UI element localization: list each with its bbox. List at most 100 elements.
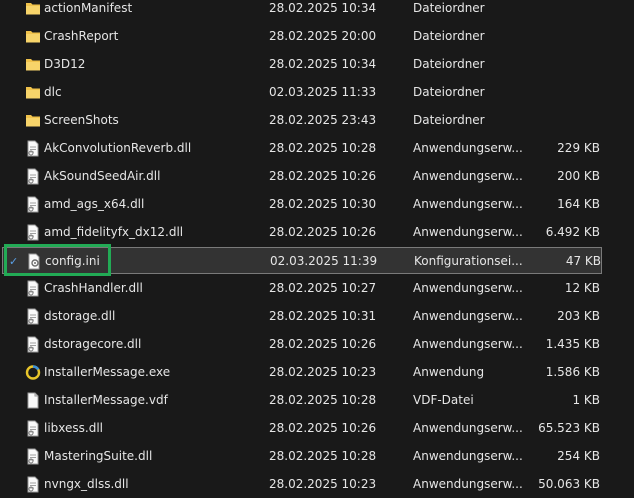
selection-checkmark-icon[interactable]: ✓ <box>9 248 18 275</box>
file-row[interactable]: CrashReport 28.02.2025 20:00 Dateiordner <box>2 23 602 50</box>
file-row[interactable]: amd_fidelityfx_dx12.dll 28.02.2025 10:26 A… <box>2 219 602 246</box>
file-size: 12 KB <box>564 281 600 295</box>
file-type: Dateiordner <box>413 113 485 127</box>
file-type: Dateiordner <box>413 85 485 99</box>
file-row[interactable]: InstallerMessage.vdf 28.02.2025 10:28 VDF-… <box>2 387 602 414</box>
file-size: 1.435 KB <box>545 337 600 351</box>
file-type: Anwendungserw... <box>413 281 523 295</box>
file-row[interactable]: amd_ags_x64.dll 28.02.2025 10:30 Anwendung… <box>2 191 602 218</box>
file-date-modified: 28.02.2025 10:31 <box>269 309 377 323</box>
file-date-modified: 28.02.2025 20:00 <box>269 29 377 43</box>
file-row[interactable]: MasteringSuite.dll 28.02.2025 10:28 Anwend… <box>2 443 602 470</box>
file-list: actionManifest 28.02.2025 10:34 Dateiordne… <box>0 0 634 494</box>
file-type: Dateiordner <box>413 29 485 43</box>
installer-exe-icon <box>25 364 41 381</box>
dll-icon <box>25 280 41 297</box>
file-size: 65.523 KB <box>538 421 600 435</box>
file-row[interactable]: InstallerMessage.exe 28.02.2025 10:23 Anwe… <box>2 359 602 386</box>
file-date-modified: 28.02.2025 10:26 <box>269 337 377 351</box>
file-row[interactable]: actionManifest 28.02.2025 10:34 Dateiordne… <box>2 0 602 22</box>
file-name: config.ini <box>45 254 100 268</box>
file-size: 200 KB <box>557 169 600 183</box>
file-row[interactable]: AkSoundSeedAir.dll 28.02.2025 10:26 Anwend… <box>2 163 602 190</box>
file-date-modified: 28.02.2025 23:43 <box>269 113 377 127</box>
file-type: Anwendungserw... <box>413 141 523 155</box>
file-date-modified: 28.02.2025 10:23 <box>269 365 377 379</box>
file-date-modified: 02.03.2025 11:33 <box>269 85 377 99</box>
file-type: Konfigurationsei... <box>414 254 523 268</box>
file-row[interactable]: D3D12 28.02.2025 10:34 Dateiordner <box>2 51 602 78</box>
file-size: 164 KB <box>557 197 600 211</box>
file-row[interactable]: dstoragecore.dll 28.02.2025 10:26 Anwendun… <box>2 331 602 358</box>
dll-icon <box>25 420 41 437</box>
file-size: 203 KB <box>557 309 600 323</box>
file-name: amd_ags_x64.dll <box>44 197 145 211</box>
file-date-modified: 28.02.2025 10:30 <box>269 197 377 211</box>
file-row[interactable]: ScreenShots 28.02.2025 23:43 Dateiordner <box>2 107 602 134</box>
file-name: D3D12 <box>44 57 86 71</box>
dll-icon <box>25 476 41 493</box>
file-type: Dateiordner <box>413 57 485 71</box>
file-size: 6.492 KB <box>545 225 600 239</box>
file-name: CrashReport <box>44 29 119 43</box>
file-size: 254 KB <box>557 449 600 463</box>
file-type: Anwendungserw... <box>413 421 523 435</box>
file-type: Anwendungserw... <box>413 169 523 183</box>
dll-icon <box>25 224 41 241</box>
file-name: libxess.dll <box>44 421 104 435</box>
file-name: MasteringSuite.dll <box>44 449 153 463</box>
file-name: actionManifest <box>44 1 133 15</box>
file-date-modified: 28.02.2025 10:28 <box>269 393 377 407</box>
file-row-selected[interactable]: ✓ config.ini 02.03.2025 11:39 Konfiguration… <box>2 247 602 274</box>
file-name: amd_fidelityfx_dx12.dll <box>44 225 184 239</box>
file-row[interactable]: AkConvolutionReverb.dll 28.02.2025 10:28 A… <box>2 135 602 162</box>
file-name: ScreenShots <box>44 113 119 127</box>
file-row[interactable]: dlc 02.03.2025 11:33 Dateiordner <box>2 79 602 106</box>
file-date-modified: 28.02.2025 10:28 <box>269 449 377 463</box>
dll-icon <box>25 140 41 157</box>
file-type: Anwendungserw... <box>413 449 523 463</box>
file-row[interactable]: dstorage.dll 28.02.2025 10:31 Anwendungser… <box>2 303 602 330</box>
folder-icon <box>25 28 41 45</box>
file-size: 1 KB <box>572 393 600 407</box>
file-name: AkConvolutionReverb.dll <box>44 141 192 155</box>
file-type: Anwendungserw... <box>413 225 523 239</box>
file-type: Anwendungserw... <box>413 197 523 211</box>
folder-icon <box>25 56 41 73</box>
file-size <box>512 79 600 106</box>
dll-icon <box>25 336 41 353</box>
file-date-modified: 28.02.2025 10:26 <box>269 421 377 435</box>
file-size: 1.586 KB <box>545 365 600 379</box>
file-name: CrashHandler.dll <box>44 281 143 295</box>
file-date-modified: 28.02.2025 10:34 <box>269 1 377 15</box>
dll-icon <box>25 168 41 185</box>
file-name: InstallerMessage.exe <box>44 365 171 379</box>
file-date-modified: 28.02.2025 10:27 <box>269 281 377 295</box>
file-row[interactable]: libxess.dll 28.02.2025 10:26 Anwendungserw… <box>2 415 602 442</box>
dll-icon <box>25 448 41 465</box>
file-name: AkSoundSeedAir.dll <box>44 169 161 183</box>
file-date-modified: 02.03.2025 11:39 <box>270 254 378 268</box>
file-date-modified: 28.02.2025 10:28 <box>269 141 377 155</box>
file-size <box>512 23 600 50</box>
file-date-modified: 28.02.2025 10:26 <box>269 169 377 183</box>
file-size: 47 KB <box>565 254 601 268</box>
ini-file-icon <box>26 253 42 270</box>
file-name: dstoragecore.dll <box>44 337 142 351</box>
file-name: dlc <box>44 85 62 99</box>
file-date-modified: 28.02.2025 10:34 <box>269 57 377 71</box>
file-name: dstorage.dll <box>44 309 116 323</box>
file-type: Anwendungserw... <box>413 309 523 323</box>
folder-icon <box>25 0 41 17</box>
file-size <box>512 107 600 134</box>
file-size: 229 KB <box>557 141 600 155</box>
dll-icon <box>25 308 41 325</box>
file-size <box>512 51 600 78</box>
file-type: VDF-Datei <box>413 393 474 407</box>
blank-file-icon <box>25 392 41 409</box>
dll-icon <box>25 196 41 213</box>
file-date-modified: 28.02.2025 10:26 <box>269 225 377 239</box>
file-row[interactable]: CrashHandler.dll 28.02.2025 10:27 Anwendun… <box>2 275 602 302</box>
file-name: InstallerMessage.vdf <box>44 393 168 407</box>
file-type: Anwendung <box>413 365 485 379</box>
